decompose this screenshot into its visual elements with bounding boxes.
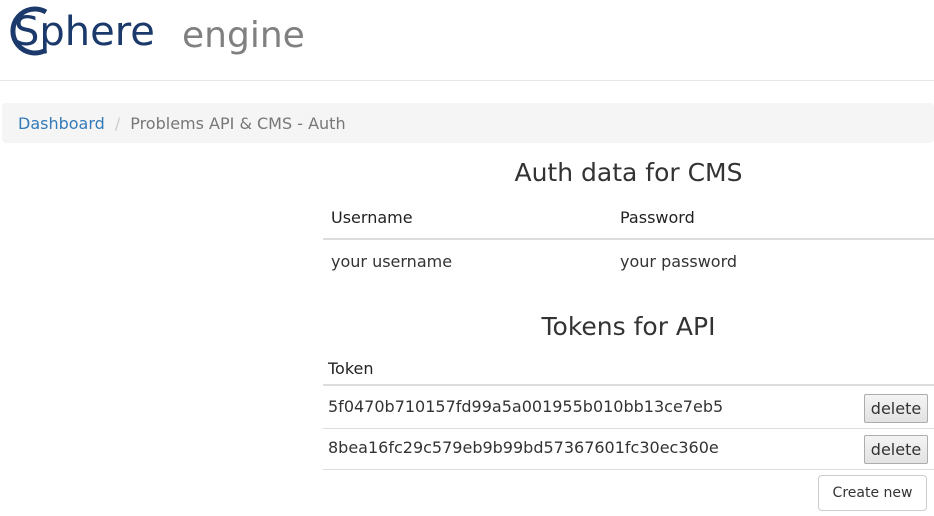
delete-token-button[interactable]: delete — [864, 394, 928, 423]
delete-token-button[interactable]: delete — [864, 435, 928, 464]
auth-data-table: Username Password your username your pas… — [323, 196, 934, 282]
username-column-header: Username — [323, 196, 612, 240]
logo-word-engine: engine — [182, 15, 305, 56]
token-row: 8bea16fc29c579eb9b99bd57367601fc30ec360e… — [323, 429, 934, 470]
breadcrumb-current: Problems API & CMS - Auth — [130, 113, 346, 133]
breadcrumb-dashboard-link[interactable]: Dashboard — [18, 114, 105, 133]
tokens-section-title: Tokens for API — [541, 312, 716, 341]
sphere-engine-logo[interactable]: Sphere engine — [0, 0, 310, 62]
token-value: 5f0470b710157fd99a5a001955b010bb13ce7eb5 — [328, 397, 724, 416]
token-row: 5f0470b710157fd99a5a001955b010bb13ce7eb5… — [323, 388, 934, 429]
token-column-header: Token — [323, 352, 934, 386]
password-value: your password — [620, 251, 738, 271]
token-value: 8bea16fc29c579eb9b99bd57367601fc30ec360e — [328, 438, 719, 457]
create-new-token-button[interactable]: Create new — [818, 475, 927, 511]
auth-table-header-row: Username Password — [323, 196, 934, 240]
breadcrumb: Dashboard / Problems API & CMS - Auth — [2, 103, 934, 143]
auth-section-title: Auth data for CMS — [514, 158, 743, 187]
breadcrumb-separator: / — [114, 113, 121, 133]
sphere-engine-logo-mark: Sphere engine — [10, 6, 305, 56]
auth-table-row: your username your password — [323, 239, 934, 282]
username-value: your username — [331, 251, 453, 271]
logo-word-sphere: Sphere — [14, 9, 155, 55]
site-header: Sphere engine — [0, 0, 934, 81]
password-column-header: Password — [612, 196, 934, 240]
